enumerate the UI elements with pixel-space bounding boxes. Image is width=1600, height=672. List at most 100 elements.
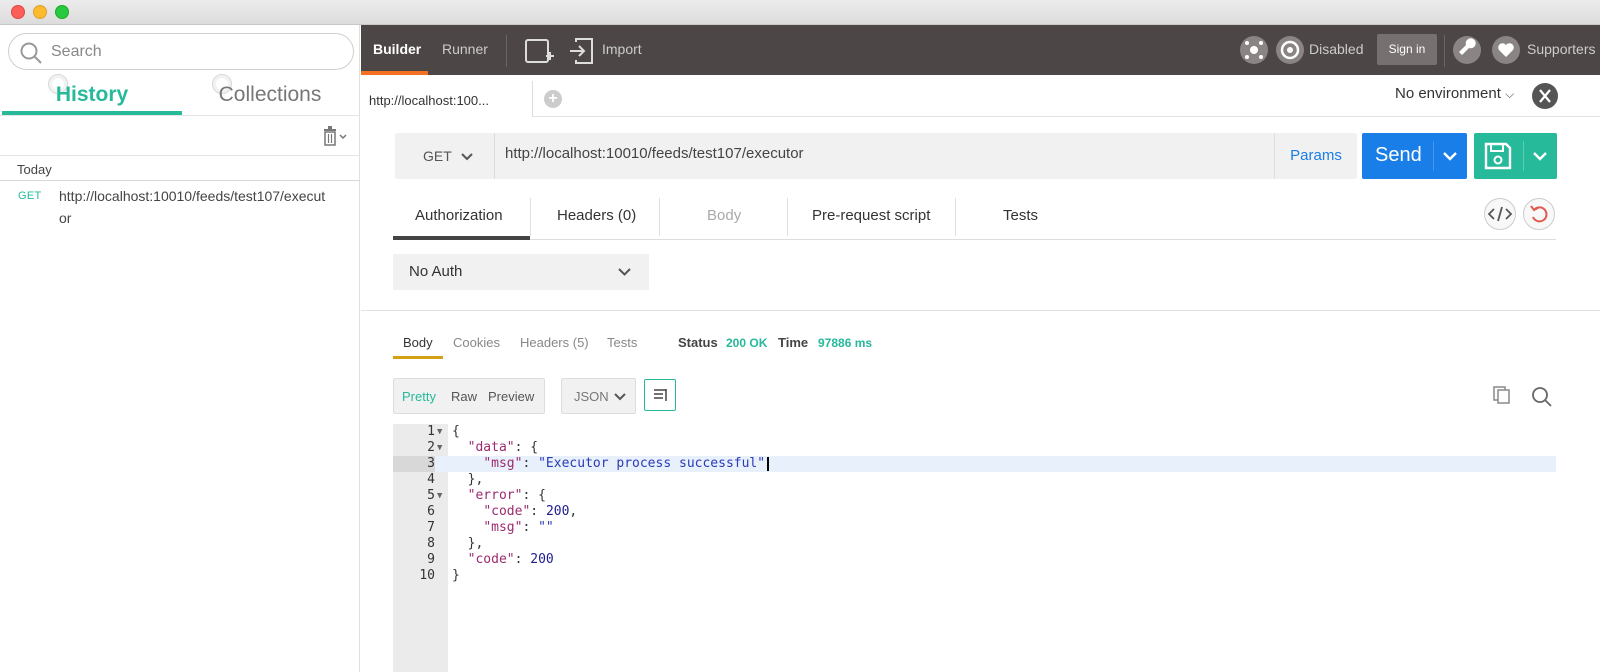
wrap-lines-button[interactable] [644,379,676,411]
heart-icon[interactable] [1492,36,1520,64]
format-toggle-group: Pretty Raw Preview [393,378,545,414]
toolbar-separator [506,35,507,67]
history-item-method[interactable]: GET [18,190,42,202]
status-value: 200 OK [726,336,768,350]
line-number: 7 [427,520,435,535]
divider [0,180,360,181]
sidebar: History Collections Today GET http://loc… [0,25,360,672]
line-number: 8 [427,536,435,551]
tab-collections[interactable]: Collections [182,83,358,117]
response-code-editor[interactable]: 1 ▼{ 2 ▼ "data": { 3 "msg": "Executor proc… [393,424,1556,584]
save-icon [1484,142,1512,170]
tab-body[interactable]: Body [707,207,741,224]
format-pretty-button[interactable]: Pretty [402,389,436,404]
request-response-divider [361,310,1600,311]
code-line: 10} [393,568,1556,584]
search-icon[interactable] [1531,386,1553,408]
auth-type-select[interactable]: No Auth [393,254,649,290]
button-separator [1523,141,1524,171]
send-button[interactable]: Send [1362,133,1467,179]
divider [0,115,360,116]
tab-separator [530,198,531,236]
method-select[interactable]: GET [395,133,495,179]
sync-status-icon[interactable] [1240,36,1268,64]
trash-icon[interactable] [320,125,350,147]
line-number: 9 [427,552,435,567]
response-tab-headers[interactable]: Headers (5) [520,335,589,350]
zoom-window-button[interactable] [55,5,69,19]
request-tab[interactable]: http://localhost:100... [361,81,533,117]
import-button[interactable]: Import [602,41,642,57]
line-number: 6 [427,504,435,519]
search-input[interactable] [51,40,341,64]
environment-label: No environment [1395,85,1501,102]
line-number: 3 [393,456,435,472]
auth-type-label: No Auth [409,263,463,280]
code-line: 3 "msg": "Executor process successful" [393,456,1556,472]
response-tab-cookies[interactable]: Cookies [453,335,500,350]
body-tab-indicator [393,356,443,359]
add-tab-icon[interactable]: + [544,90,562,108]
reset-icon [1530,205,1548,223]
close-window-button[interactable] [11,5,25,19]
tabs-baseline [393,239,1556,240]
tab-separator [787,198,788,236]
code-line: 9 "code": 200 [393,552,1556,568]
code-line: 6 "code": 200, [393,504,1556,520]
interceptor-icon[interactable] [1276,36,1304,64]
toolbar-separator [1444,35,1445,67]
fold-arrow-icon[interactable]: ▼ [437,440,447,456]
line-number: 1 [427,424,435,439]
tab-headers[interactable]: Headers (0) [557,207,636,224]
code-line: 2 ▼ "data": { [393,440,1556,456]
code-line: 1 ▼{ [393,424,1556,440]
request-tab-row: http://localhost:100... + No environment… [361,75,1600,117]
language-label: JSON [574,389,609,404]
chevron-down-icon: ⌵ [1505,87,1515,101]
code-snippet-button[interactable] [1484,198,1516,230]
supporters-link[interactable]: Supporters [1527,41,1595,57]
wrap-lines-icon [654,389,667,401]
reset-button[interactable] [1523,198,1555,230]
disabled-status: Disabled [1309,41,1364,57]
chevron-down-icon [618,268,631,276]
import-icon[interactable] [568,36,598,66]
title-bar [0,0,1600,25]
runner-tab[interactable]: Runner [442,41,488,57]
copy-icon[interactable] [1492,385,1512,405]
language-select[interactable]: JSON [561,378,636,414]
line-number: 5 [427,488,435,503]
url-input[interactable] [505,145,1245,162]
settings-wrench-icon[interactable] [1453,36,1481,64]
url-bar: GET Params [395,133,1357,179]
environment-quicklook-icon[interactable] [1532,83,1558,109]
tab-prerequest-script[interactable]: Pre-request script [812,207,930,224]
fold-arrow-icon[interactable]: ▼ [437,488,447,504]
format-preview-button[interactable]: Preview [488,389,534,404]
code-icon [1487,206,1513,222]
chevron-down-icon[interactable] [1533,152,1547,161]
code-line: 7 "msg": "" [393,520,1556,536]
line-number: 4 [427,472,435,487]
chevron-down-icon [614,393,626,401]
authorization-tab-indicator [393,236,530,240]
builder-tab[interactable]: Builder [373,41,421,57]
environment-select[interactable]: No environment ⌵ [1395,85,1514,102]
fold-arrow-icon[interactable]: ▼ [437,424,447,440]
minimize-window-button[interactable] [33,5,47,19]
chevron-down-icon[interactable] [1443,152,1457,161]
tab-tests[interactable]: Tests [1003,207,1038,224]
history-item-url[interactable]: http://localhost:10010/feeds/test107/exe… [59,185,331,229]
tab-authorization[interactable]: Authorization [415,207,503,224]
new-window-icon[interactable] [524,36,554,66]
sign-in-button[interactable]: Sign in [1377,34,1437,65]
time-value: 97886 ms [818,336,873,350]
line-number: 2 [427,440,435,455]
response-tab-body[interactable]: Body [403,335,433,350]
params-button[interactable]: Params [1274,133,1357,179]
time-label: Time [778,335,809,350]
format-raw-button[interactable]: Raw [451,389,477,404]
response-tab-tests[interactable]: Tests [607,335,637,350]
save-button[interactable] [1474,133,1557,179]
search-box[interactable] [8,33,354,70]
